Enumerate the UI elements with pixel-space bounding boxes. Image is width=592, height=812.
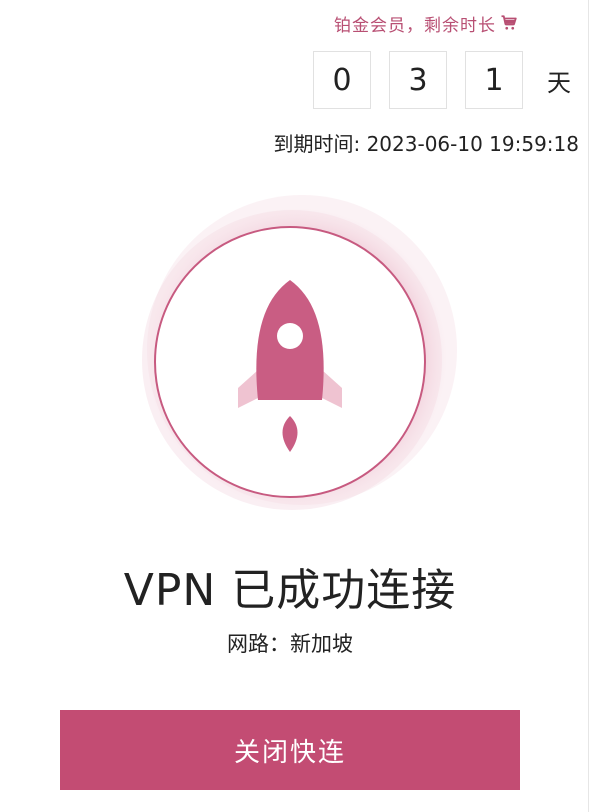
connection-status: VPN 已成功连接: [123, 565, 457, 616]
vpn-status-page: 铂金会员，剩余时长 0 3 1 天 到期时间: 2023-06-10 19:59…: [0, 0, 592, 812]
rocket-icon: [142, 195, 457, 510]
expiry-time: 到期时间: 2023-06-10 19:59:18: [273, 132, 579, 156]
connection-indicator: [132, 190, 462, 520]
days-digit: 1: [465, 51, 523, 109]
remaining-days: 0 3 1 天: [313, 50, 571, 110]
days-digit: 0: [313, 51, 371, 109]
disconnect-button[interactable]: 关闭快连: [60, 710, 520, 790]
days-unit: 天: [547, 68, 571, 97]
cart-icon: [500, 14, 518, 32]
membership-label: 铂金会员，剩余时长: [334, 15, 496, 36]
membership-renew-link[interactable]: 铂金会员，剩余时长: [334, 10, 518, 36]
days-digit: 3: [389, 51, 447, 109]
panel-divider: [588, 0, 589, 812]
route-location: 网路：新加坡: [227, 632, 353, 656]
